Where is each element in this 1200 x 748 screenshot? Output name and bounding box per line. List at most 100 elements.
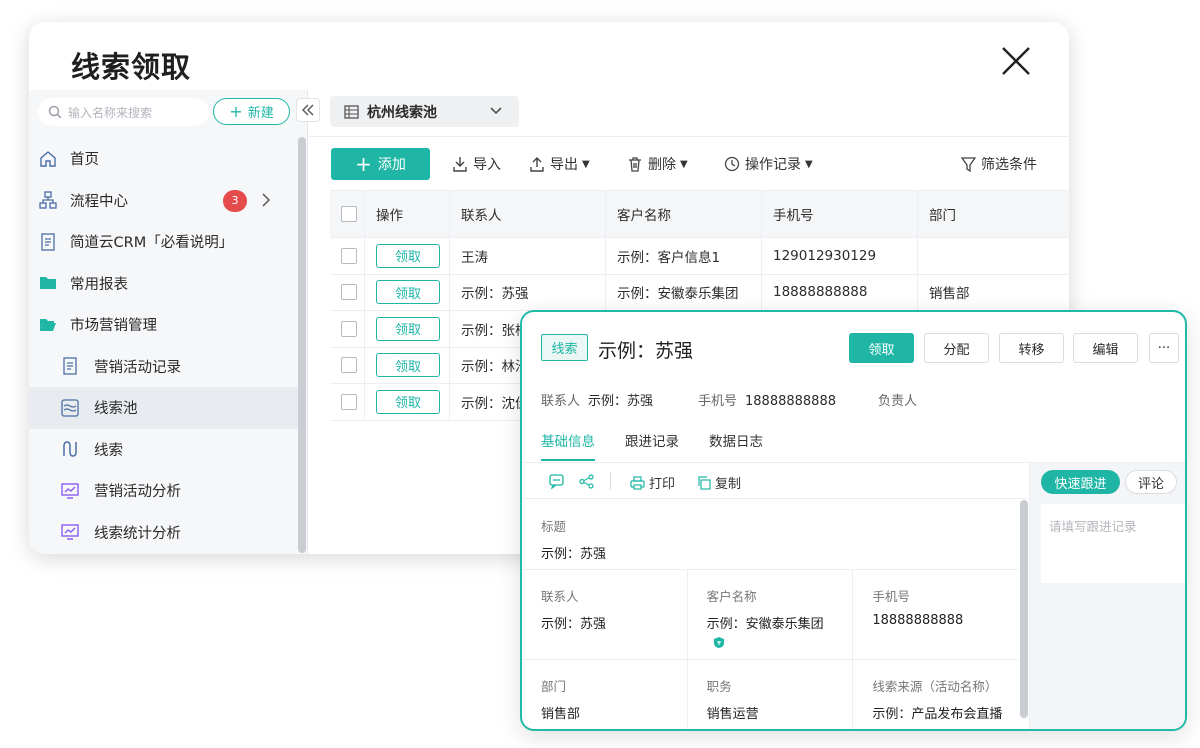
export-button[interactable]: 导出 ▼: [529, 154, 590, 174]
folder-icon: [38, 273, 58, 293]
close-icon[interactable]: [999, 44, 1033, 78]
sidebar-scrollbar[interactable]: [298, 137, 306, 553]
sidebar-item-lead-pool[interactable]: 线索池: [29, 387, 299, 429]
detail-toolbar: 打印 复制: [522, 463, 1027, 499]
add-button-label: 添加: [377, 157, 406, 173]
cell-dept: [918, 238, 1069, 274]
new-button-label: 新建: [247, 106, 274, 121]
chevron-right-icon[interactable]: [261, 192, 271, 208]
tab-basic-info[interactable]: 基础信息: [541, 430, 595, 461]
field-position: 职务 销售运营: [688, 660, 854, 729]
verified-shield-icon: [713, 637, 724, 648]
add-button[interactable]: + 添加: [331, 148, 430, 180]
sidebar-item-home[interactable]: 首页: [29, 138, 299, 180]
sidebar-item-reports[interactable]: 常用报表: [29, 263, 299, 305]
tab-follow-records[interactable]: 跟进记录: [625, 430, 679, 460]
copy-button[interactable]: 复制: [697, 473, 741, 492]
claim-row-button[interactable]: 领取: [376, 316, 440, 341]
cell-customer: 示例：客户信息1: [606, 238, 762, 274]
sidebar-search-input[interactable]: 输入名称来搜索: [38, 98, 209, 126]
filter-label: 筛选条件: [981, 157, 1037, 173]
print-button[interactable]: 打印: [630, 473, 675, 492]
column-header: 手机号: [762, 191, 918, 237]
meta-phone: 手机号 18888888888: [698, 390, 836, 409]
field-title: 标题 示例：苏强: [522, 500, 1019, 570]
row-checkbox[interactable]: [341, 393, 357, 410]
field-value: 销售运营: [706, 707, 759, 722]
sidebar-item-campaign-analysis[interactable]: 营销活动分析: [29, 470, 299, 512]
row-select-cell: [330, 384, 365, 420]
row-checkbox[interactable]: [341, 320, 357, 337]
follow-up-input[interactable]: 请填写跟进记录: [1041, 504, 1185, 583]
field-customer: 客户名称 示例：安徽泰乐集团: [688, 570, 854, 659]
sidebar-item-marketing[interactable]: 市场营销管理: [29, 304, 299, 346]
sidebar-item-label: 常用报表: [70, 276, 128, 293]
edit-button[interactable]: 编辑: [1073, 333, 1138, 363]
column-header: 操作: [365, 191, 450, 237]
import-label: 导入: [473, 157, 501, 173]
claim-row-button[interactable]: 领取: [376, 389, 440, 414]
select-all-checkbox[interactable]: [341, 206, 357, 222]
row-checkbox[interactable]: [341, 247, 357, 264]
row-checkbox[interactable]: [341, 357, 357, 374]
sidebar-item-campaign-records[interactable]: 营销活动记录: [29, 346, 299, 388]
field-label: 客户名称: [706, 589, 757, 604]
detail-tabs: 基础信息 跟进记录 数据日志: [541, 430, 793, 461]
claim-row-button[interactable]: 领取: [376, 280, 440, 305]
form-icon: [60, 356, 80, 376]
document-icon: [38, 232, 58, 252]
flow-icon: [38, 190, 58, 210]
record-type-tag: 线索: [541, 334, 588, 361]
quick-follow-button[interactable]: 快速跟进: [1041, 470, 1120, 494]
plus-icon: +: [229, 102, 243, 121]
field-label: 标题: [541, 519, 567, 534]
claim-row-button[interactable]: 领取: [376, 243, 440, 268]
share-icon[interactable]: [579, 474, 594, 489]
row-action-cell: 领取: [365, 274, 450, 310]
filter-button[interactable]: 筛选条件: [961, 154, 1037, 174]
cell-phone: 129012930129: [762, 238, 918, 274]
meta-phone-label: 手机号: [698, 394, 738, 409]
new-button[interactable]: + 新建: [213, 98, 290, 125]
cell-customer: 示例：安徽泰乐集团: [606, 274, 762, 310]
chat-icon[interactable]: [549, 474, 564, 489]
delete-button[interactable]: 删除 ▼: [627, 154, 688, 174]
field-value: 示例：产品发布会直播: [872, 707, 1003, 722]
more-button[interactable]: ···: [1149, 333, 1179, 363]
cell-dept: 销售部: [929, 286, 970, 303]
sidebar-item-label: 线索统计分析: [94, 525, 181, 542]
meta-contact-value: 示例：苏强: [588, 394, 654, 409]
assign-button[interactable]: 分配: [924, 333, 989, 363]
field-value: 18888888888: [872, 613, 964, 628]
sidebar-item-crm-guide[interactable]: 简道云CRM「必看说明」: [29, 221, 299, 263]
comment-button[interactable]: 评论: [1125, 470, 1177, 494]
table-row[interactable]: 领取 示例：苏强 示例：安徽泰乐集团 18888888888 销售部: [330, 274, 1069, 311]
sidebar-item-lead-stats[interactable]: 线索统计分析: [29, 512, 299, 554]
sidebar-item-flow-center[interactable]: 流程中心 3: [29, 180, 299, 222]
field-phone: 手机号 18888888888: [853, 570, 1019, 659]
sidebar-item-label: 线索: [94, 442, 123, 459]
copy-label: 复制: [715, 477, 742, 492]
row-checkbox[interactable]: [341, 284, 357, 301]
field-value: 示例：苏强: [541, 547, 607, 562]
row-action-cell: 领取: [365, 384, 450, 420]
window-title: 线索领取: [71, 50, 192, 84]
tab-data-log[interactable]: 数据日志: [709, 430, 763, 460]
transfer-button[interactable]: 转移: [999, 333, 1064, 363]
import-button[interactable]: 导入: [452, 154, 501, 174]
row-select-cell: [330, 311, 365, 347]
claim-row-button[interactable]: 领取: [376, 353, 440, 378]
sidebar-item-leads[interactable]: 线索: [29, 429, 299, 471]
pool-selector[interactable]: 杭州线索池: [330, 96, 519, 127]
trash-icon: [629, 157, 641, 172]
copy-icon: [698, 475, 711, 490]
row-select-cell: [330, 347, 365, 383]
meta-contact: 联系人 示例：苏强: [541, 390, 653, 409]
home-icon: [38, 149, 58, 169]
table-row[interactable]: 领取 王涛 示例：客户信息1 129012930129: [330, 238, 1069, 275]
claim-button[interactable]: 领取: [849, 333, 914, 363]
select-all-cell: [330, 191, 365, 237]
column-header: 部门: [929, 208, 956, 224]
history-button[interactable]: 操作记录 ▼: [724, 154, 813, 174]
detail-scrollbar[interactable]: [1020, 500, 1028, 718]
